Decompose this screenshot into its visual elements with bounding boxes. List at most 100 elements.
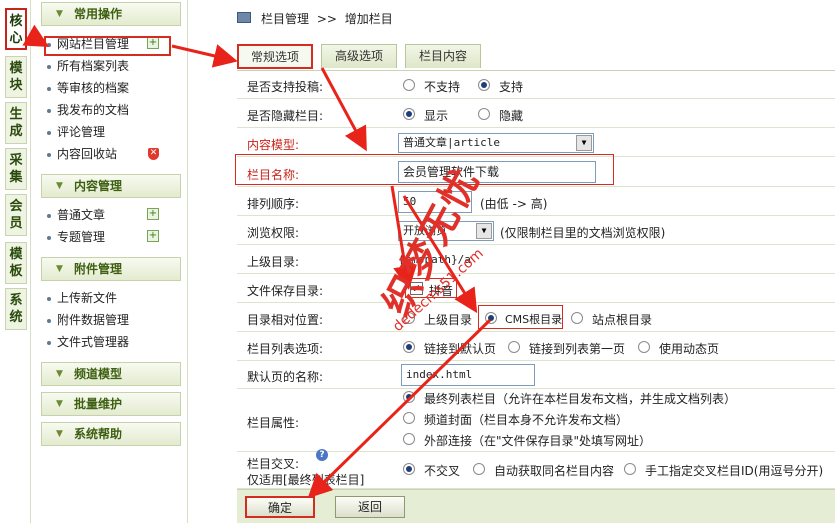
radio-manual-cross[interactable] — [624, 463, 636, 475]
highlight-box — [44, 36, 171, 56]
menu-item-pending[interactable]: 等审核的档案 — [47, 78, 129, 98]
highlight-box — [235, 154, 614, 185]
group-attachments[interactable]: ▼ 附件管理 — [41, 257, 181, 281]
radio-site-root[interactable] — [571, 312, 583, 324]
sort-order-input[interactable]: 50 — [398, 191, 472, 213]
menu-item-file-manager[interactable]: 文件式管理器 — [47, 332, 129, 352]
back-button[interactable]: 返回 — [335, 496, 405, 518]
radio-final-list[interactable] — [403, 391, 415, 403]
vtab-collect[interactable]: 采集 — [5, 148, 27, 190]
vtab-core[interactable]: 核心 — [5, 8, 27, 50]
tab-label: 常规选项 — [250, 50, 299, 64]
add-icon[interactable]: + — [147, 230, 159, 242]
field-sublabel: 仅适用[最终列表栏目] — [247, 473, 365, 487]
bullet-icon — [47, 152, 51, 157]
radio-channel-cover[interactable] — [403, 412, 415, 424]
content-model-select[interactable]: 普通文章|article ▼ — [398, 133, 594, 153]
group-common[interactable]: ▼ 常用操作 — [41, 2, 181, 26]
menu-item-comments[interactable]: 评论管理 — [47, 122, 105, 142]
radio-label: 手工指定交叉栏目ID(用逗号分开) — [645, 464, 824, 478]
breadcrumb-section[interactable]: 栏目管理 — [261, 12, 309, 26]
radio-dynamic[interactable] — [638, 341, 650, 353]
radio-auto-cross[interactable] — [473, 463, 485, 475]
row-content-model: 内容模型: 普通文章|article ▼ — [237, 129, 835, 157]
radio-label: CMS根目录 — [505, 313, 563, 326]
menu-item-label: 内容回收站 — [57, 147, 118, 161]
menu-item-label: 普通文章 — [57, 208, 106, 222]
radio-external-link[interactable] — [403, 433, 415, 445]
field-hint: (仅限制栏目里的文档浏览权限) — [500, 226, 666, 240]
collapse-arrow-icon: ▼ — [56, 399, 63, 409]
radio-label: 不交叉 — [424, 464, 461, 478]
breadcrumb: 栏目管理 >> 增加栏目 — [237, 8, 393, 30]
vtab-label: 核心 — [9, 14, 23, 46]
menu-item-label: 附件数据管理 — [57, 313, 130, 327]
vtab-members[interactable]: 会员 — [5, 194, 27, 236]
menu-item-special[interactable]: 专题管理 + — [47, 227, 159, 247]
bullet-icon — [47, 296, 51, 301]
permission-select[interactable]: 开放浏览 ▼ — [398, 221, 494, 241]
radio-label: 站点根目录 — [592, 313, 653, 327]
radio-no-cross[interactable] — [403, 463, 415, 475]
select-value: 普通文章|article — [403, 136, 500, 149]
chevron-down-icon: ▼ — [576, 135, 592, 151]
tab-label: 栏目内容 — [418, 49, 467, 63]
tab-general[interactable]: 常规选项 — [237, 44, 313, 69]
collapse-arrow-icon: ▼ — [56, 264, 63, 274]
field-label: 是否隐藏栏目: — [247, 109, 324, 123]
collapse-arrow-icon: ▼ — [56, 429, 63, 439]
field-label: 上级目录: — [247, 255, 300, 269]
shield-icon[interactable]: ✕ — [148, 148, 159, 160]
group-content[interactable]: ▼ 内容管理 — [41, 174, 181, 198]
menu-item-recycle[interactable]: 内容回收站 ✕ — [47, 144, 159, 164]
menu-item-my-docs[interactable]: 我发布的文档 — [47, 100, 129, 120]
radio-cms-root[interactable] — [485, 312, 497, 324]
confirm-button[interactable]: 确定 — [245, 496, 315, 518]
field-hint: (由低 -> 高) — [480, 197, 548, 211]
vtab-label: 模板 — [9, 247, 23, 279]
menu-item-article[interactable]: 普通文章 + — [47, 205, 159, 225]
help-icon[interactable]: ? — [316, 449, 328, 461]
group-title: 内容管理 — [74, 179, 123, 193]
group-help[interactable]: ▼ 系统帮助 — [41, 422, 181, 446]
bullet-icon — [47, 318, 51, 323]
radio-allow-post[interactable] — [478, 79, 490, 91]
bullet-icon — [47, 130, 51, 135]
group-channel-model[interactable]: ▼ 频道模型 — [41, 362, 181, 386]
vtab-modules[interactable]: 模块 — [5, 56, 27, 98]
menu-item-all-archives[interactable]: 所有档案列表 — [47, 56, 129, 76]
menu-item-attach-data[interactable]: 附件数据管理 — [47, 310, 129, 330]
menu-item-upload[interactable]: 上传新文件 — [47, 288, 117, 308]
radio-link-first-list[interactable] — [508, 341, 520, 353]
radio-link-default[interactable] — [403, 341, 415, 353]
bullet-icon — [47, 213, 51, 218]
vtab-templates[interactable]: 模板 — [5, 242, 27, 284]
radio-show[interactable] — [403, 108, 415, 120]
pinyin-checkbox[interactable]: ✓ — [410, 282, 423, 295]
vtab-generate[interactable]: 生成 — [5, 102, 27, 144]
row-parent-dir: 上级目录: {cmspath}/a — [237, 246, 835, 274]
add-icon[interactable]: + — [147, 208, 159, 220]
row-default-page: 默认页的名称: index.html — [237, 362, 835, 389]
group-title: 系统帮助 — [74, 427, 123, 441]
radio-label: 自动获取同名栏目内容 — [494, 464, 615, 478]
default-page-input[interactable]: index.html — [401, 364, 535, 386]
tab-content[interactable]: 栏目内容 — [405, 44, 481, 68]
vtab-system[interactable]: 系统 — [5, 288, 27, 330]
radio-label: 支持 — [499, 80, 524, 94]
radio-label: 频道封面（栏目本身不允许发布文档） — [424, 413, 629, 427]
row-relative-dir: 目录相对位置: 上级目录 CMS根目录 站点根目录 — [237, 304, 835, 332]
tab-advanced[interactable]: 高级选项 — [321, 44, 397, 68]
radio-no-post[interactable] — [403, 79, 415, 91]
radio-hide[interactable] — [478, 108, 490, 120]
group-title: 附件管理 — [74, 262, 123, 276]
vtab-label: 生成 — [9, 107, 23, 139]
breadcrumb-page: 增加栏目 — [344, 12, 393, 26]
group-batch[interactable]: ▼ 批量维护 — [41, 392, 181, 416]
radio-parent-dir[interactable] — [403, 312, 415, 324]
select-value: 开放浏览 — [403, 224, 447, 237]
menu-item-label: 所有档案列表 — [57, 59, 130, 73]
checkbox-label: 拼音 — [429, 284, 454, 298]
radio-label: 显示 — [424, 109, 449, 123]
input-value: 50 — [403, 195, 417, 208]
